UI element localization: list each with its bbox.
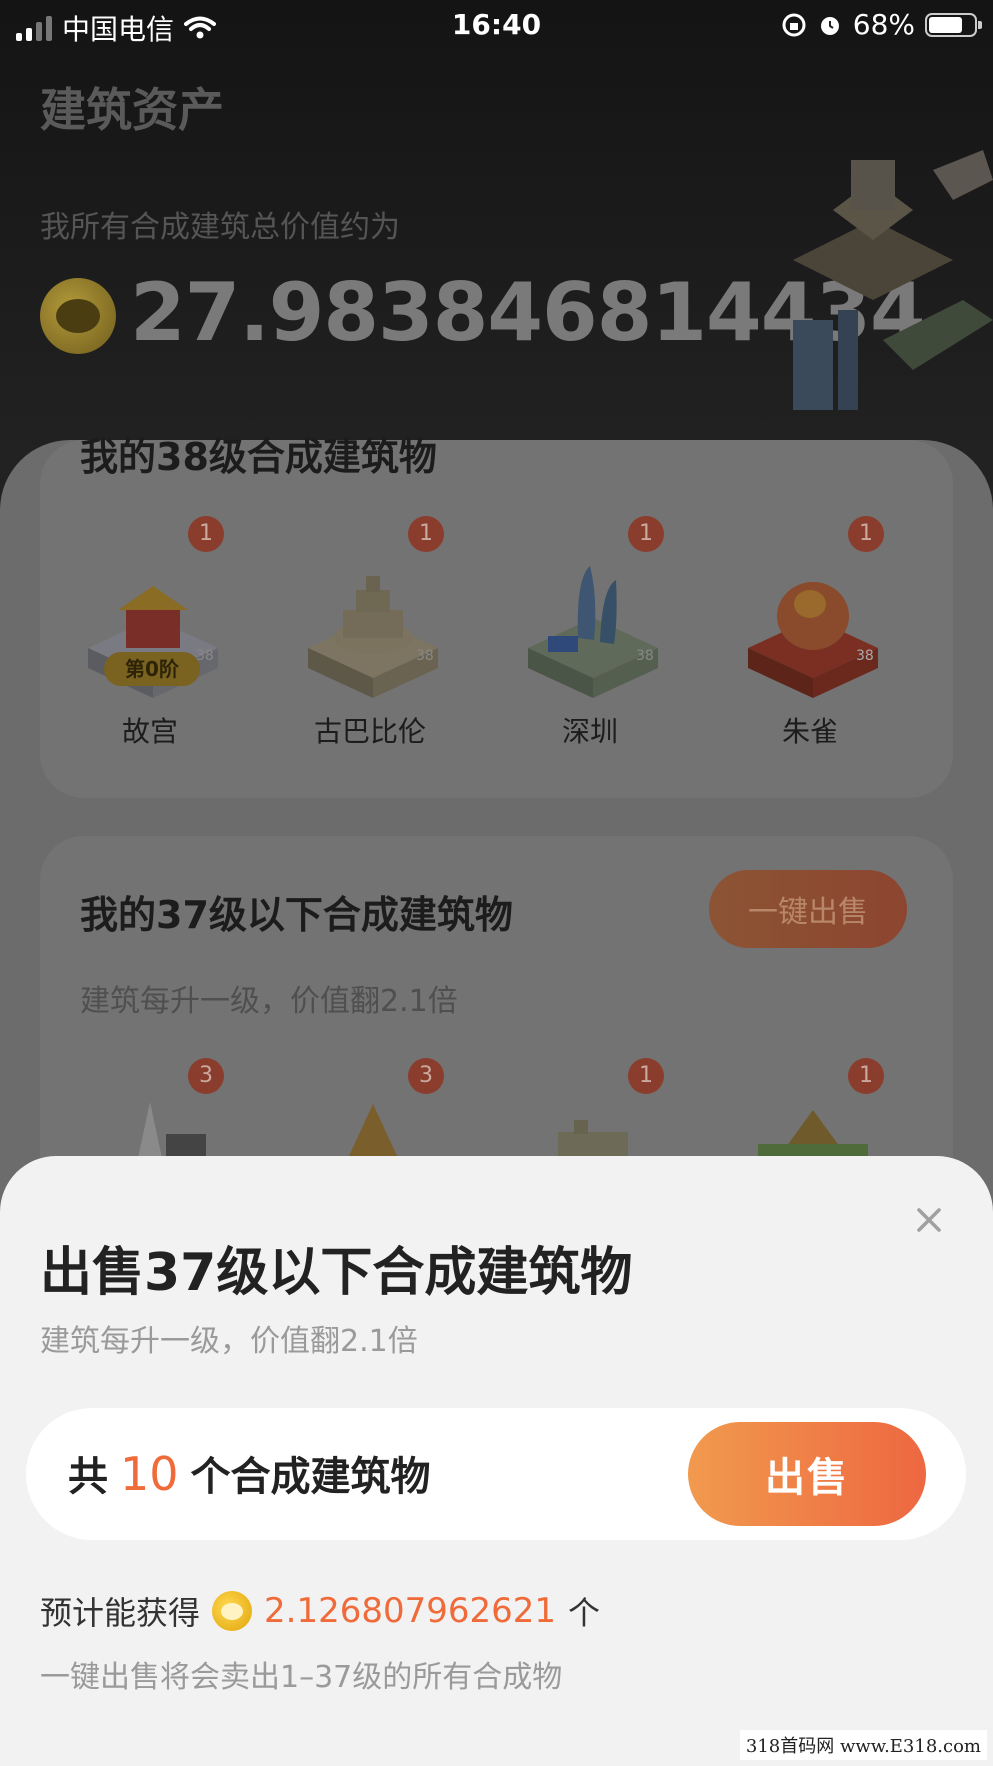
asset-header: 中国电信 16:40 68% 建筑资产 我所有合成建筑总价值约为 27.9838… [0, 0, 993, 500]
count-badge: 1 [848, 1058, 884, 1094]
babylon-building: 38 [308, 576, 438, 698]
watermark: 318首码网 www.E318.com [739, 1730, 987, 1760]
building-count: 10 [120, 1447, 179, 1501]
svg-text:38: 38 [636, 648, 654, 664]
alarm-icon [820, 16, 839, 35]
count-badge: 1 [848, 516, 884, 552]
level-38-title: 我的38级合成建筑物 [80, 435, 437, 479]
close-icon[interactable] [909, 1200, 949, 1240]
sell-note: 一键出售将会卖出1–37级的所有合成物 [40, 1660, 563, 1695]
count-badge: 3 [408, 1058, 444, 1094]
building-name: 古巴比伦 [313, 715, 426, 748]
sheet-title: 出售37级以下合成建筑物 [40, 1243, 633, 1303]
sell-sheet: 出售37级以下合成建筑物 建筑每升一级，价值翻2.1倍 共 10 个合成建筑物 … [0, 1156, 993, 1766]
count-suffix: 个合成建筑物 [190, 1454, 431, 1500]
vermilion-bird-building: 38 [748, 582, 878, 698]
building-name: 朱雀 [781, 715, 838, 748]
count-prefix: 共 [68, 1454, 108, 1500]
sell-button[interactable]: 出售 [688, 1422, 926, 1526]
panda-coin-icon [40, 278, 116, 354]
building-name: 故宫 [121, 715, 178, 748]
sheet-subtitle: 建筑每升一级，价值翻2.1倍 [40, 1324, 418, 1359]
count-badge: 1 [628, 1058, 664, 1094]
count-badge: 3 [188, 1058, 224, 1094]
svg-text:38: 38 [416, 648, 434, 664]
battery-percent: 68% [852, 8, 915, 41]
sell-all-button[interactable]: 一键出售 [709, 870, 907, 948]
total-value-caption: 我所有合成建筑总价值约为 [40, 210, 400, 245]
rotation-lock-icon [782, 13, 806, 36]
buildings-illustration [793, 150, 993, 410]
building-thumbnail [138, 1102, 206, 1158]
svg-text:38: 38 [856, 648, 874, 664]
estimated-earnings: 预计能获得 2.126807962621 个 [40, 1588, 600, 1634]
earn-prefix: 预计能获得 [40, 1594, 201, 1632]
shenzhen-building: 38 [528, 566, 658, 698]
building-thumbnail [758, 1110, 868, 1158]
count-summary: 共 10 个合成建筑物 出售 [26, 1408, 966, 1540]
building-thumbnail [558, 1120, 628, 1158]
earn-value: 2.126807962621 [264, 1591, 557, 1631]
status-bar: 中国电信 16:40 68% [0, 0, 993, 50]
count-badge: 1 [188, 516, 224, 552]
level-37-title: 我的37级以下合成建筑物 [80, 893, 513, 937]
stage-badge: 第0阶 [104, 652, 200, 686]
earn-suffix: 个 [568, 1594, 601, 1632]
panda-coin-icon [212, 1591, 253, 1631]
level-37-subtitle: 建筑每升一级，价值翻2.1倍 [80, 984, 458, 1019]
building-name: 深圳 [561, 715, 618, 748]
page-title: 建筑资产 [40, 83, 224, 137]
building-thumbnail [348, 1104, 398, 1158]
count-badge: 1 [628, 516, 664, 552]
battery-icon [925, 12, 982, 37]
count-badge: 1 [408, 516, 444, 552]
level-38-card: 我的38级合成建筑物 1 38 第0阶 故宫 1 38 古巴比伦 1 38 深圳… [40, 435, 953, 798]
